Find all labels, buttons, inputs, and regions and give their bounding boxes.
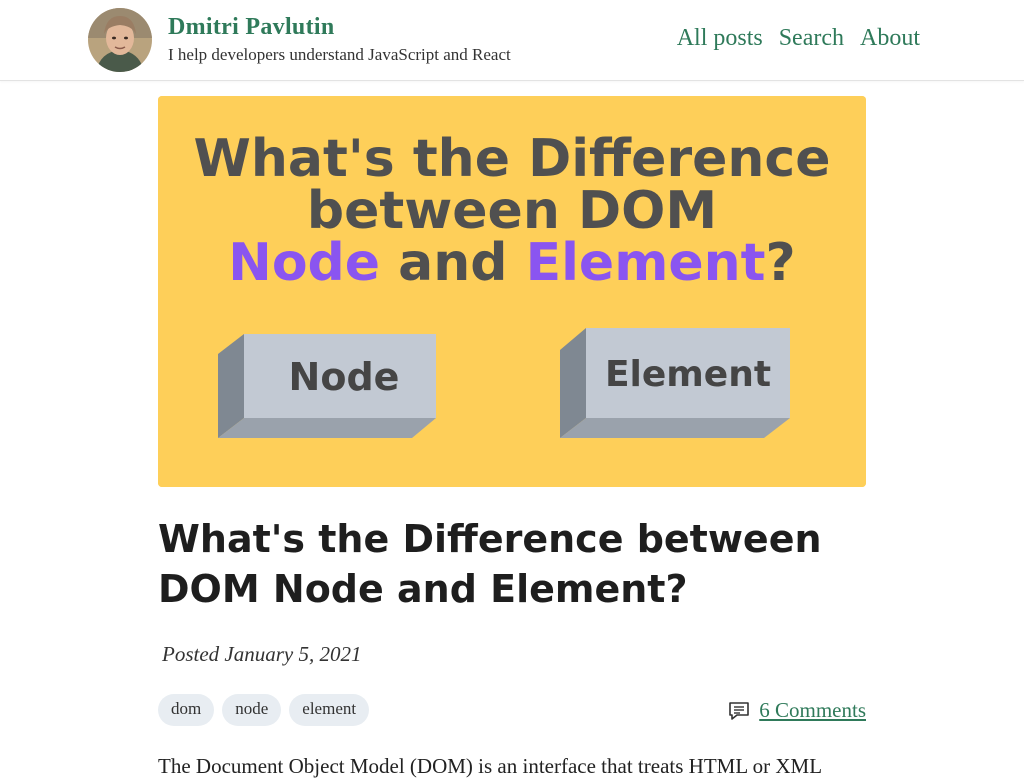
site-tagline: I help developers understand JavaScript … [168,45,511,64]
avatar-photo [88,8,152,72]
cover-line-3: Node and Element? [228,233,795,293]
element-box: Element [560,328,790,438]
comment-icon [729,701,750,720]
cover-word-and: and [380,233,526,293]
cover-line-1: What's the Difference [194,129,831,189]
node-box: Node [218,334,436,438]
cover-word-element: Element [526,233,766,293]
tag-dom[interactable]: dom [158,694,215,726]
tag-node[interactable]: node [222,694,282,726]
main-nav: All posts Search About [677,25,920,52]
cover-illustration: What's the Difference between DOM Node a… [158,96,866,487]
nav-search[interactable]: Search [779,25,844,52]
tag-element[interactable]: element [289,694,370,726]
nav-about[interactable]: About [860,25,920,52]
cover-word-node: Node [228,233,380,293]
cover-question-mark: ? [766,233,796,293]
site-header: Dmitri Pavlutin I help developers unders… [0,0,1024,81]
element-box-label: Element [605,354,771,395]
site-name-link[interactable]: Dmitri Pavlutin [168,14,335,41]
cover-line-2: between DOM [307,181,717,241]
author-avatar[interactable] [88,8,152,72]
post-title: What's the Difference between DOM Node a… [158,517,822,611]
comments-link[interactable]: 6 Comments [759,698,866,723]
node-box-label: Node [289,355,400,399]
nav-all-posts[interactable]: All posts [677,25,763,52]
post-date: Posted January 5, 2021 [162,642,362,666]
comments: 6 Comments [727,698,866,723]
tag-list: dom node element [158,694,370,726]
cover-image: What's the Difference between DOM Node a… [158,96,866,487]
post-intro: The Document Object Model (DOM) is an in… [158,754,823,778]
